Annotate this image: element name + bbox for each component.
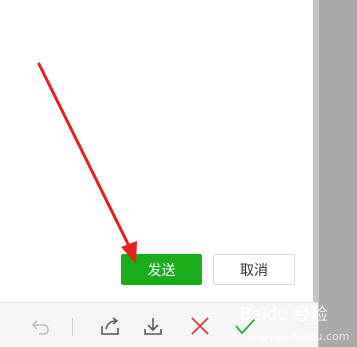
watermark-url: jingyan.baidu.com <box>248 330 350 343</box>
download-icon[interactable] <box>142 315 164 337</box>
watermark: Baidu 经验 <box>240 305 328 325</box>
toolbar-divider <box>72 318 73 336</box>
undo-icon[interactable] <box>30 315 52 337</box>
background-window <box>318 0 357 347</box>
window-edge <box>313 0 319 347</box>
share-icon[interactable] <box>99 315 121 337</box>
send-button[interactable]: 发送 <box>121 254 202 285</box>
send-dialog: 发送 取消 <box>0 0 313 302</box>
cancel-button[interactable]: 取消 <box>213 254 295 285</box>
close-icon[interactable] <box>189 315 211 337</box>
